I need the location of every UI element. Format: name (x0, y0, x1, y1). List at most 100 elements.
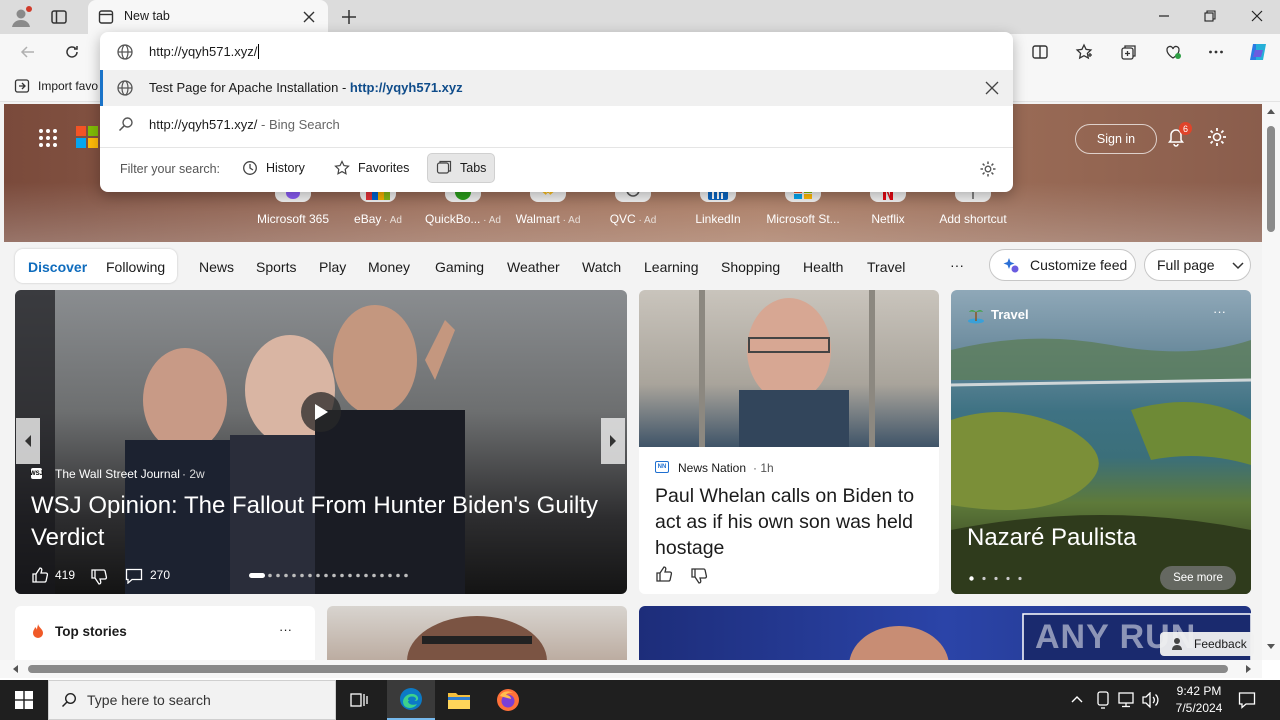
filter-history-label: History (266, 161, 305, 175)
story-age: · 2w (182, 467, 205, 481)
back-button[interactable] (12, 36, 44, 68)
title-bar: New tab (0, 0, 1280, 34)
suggestion-apache-test-page[interactable]: Test Page for Apache Installation - http… (100, 70, 1013, 106)
notification-center-icon[interactable] (1238, 691, 1256, 709)
carousel-next-button[interactable] (601, 418, 625, 464)
dislike-icon[interactable] (90, 568, 108, 586)
filter-tabs-button[interactable]: Tabs (427, 153, 496, 183)
minimize-button[interactable] (1141, 0, 1187, 32)
tab-following[interactable]: Following (106, 259, 165, 275)
suggestion-text: Test Page for Apache Installation - http… (149, 80, 463, 95)
new-tab-button[interactable] (340, 8, 358, 26)
like-icon[interactable] (31, 566, 49, 584)
see-more-button[interactable]: See more (1160, 566, 1236, 590)
star-icon (334, 160, 350, 176)
dislike-icon[interactable] (690, 567, 708, 585)
firefox-icon[interactable] (484, 680, 532, 720)
horizontal-scroll-thumb[interactable] (28, 665, 1228, 673)
suggestion-title: Test Page for Apache Installation (149, 80, 339, 95)
restore-button[interactable] (1187, 0, 1233, 32)
split-screen-icon[interactable] (1024, 36, 1056, 68)
taskbar-search-placeholder: Type here to search (87, 692, 211, 708)
clock-date[interactable]: 7/5/2024 (1168, 701, 1230, 715)
story-thumbnail[interactable] (327, 606, 627, 662)
carousel-prev-button[interactable] (16, 418, 40, 464)
page-settings-gear-icon[interactable] (1206, 126, 1228, 148)
network-icon[interactable] (1118, 692, 1136, 708)
close-tab-icon[interactable] (302, 10, 316, 24)
customize-feed-button[interactable]: Customize feed (989, 249, 1136, 281)
notification-count-badge: 6 (1179, 122, 1192, 135)
vertical-scroll-thumb[interactable] (1267, 126, 1275, 232)
customize-sparkle-icon (1002, 256, 1020, 274)
clock-time[interactable]: 9:42 PM (1172, 684, 1226, 698)
travel-title[interactable]: Nazaré Paulista (967, 524, 1136, 552)
scroll-up-arrow-icon[interactable] (1267, 108, 1275, 114)
nav-sports[interactable]: Sports (256, 259, 296, 275)
vertical-scrollbar[interactable] (1262, 102, 1280, 660)
search-settings-gear-icon[interactable] (979, 160, 997, 178)
story-headline[interactable]: Paul Whelan calls on Biden to act as if … (655, 483, 925, 561)
volume-icon[interactable] (1142, 692, 1160, 708)
nav-watch[interactable]: Watch (582, 259, 621, 275)
sign-in-button[interactable]: Sign in (1075, 124, 1157, 154)
file-explorer-icon[interactable] (435, 680, 483, 720)
nav-travel[interactable]: Travel (867, 259, 905, 275)
edge-taskbar-icon[interactable] (387, 680, 435, 720)
main-story-card[interactable]: WSJ The Wall Street Journal · 2w WSJ Opi… (15, 290, 627, 594)
top-stories-more-button[interactable]: ··· (279, 622, 292, 637)
play-video-button[interactable] (301, 392, 341, 432)
nav-gaming[interactable]: Gaming (435, 259, 484, 275)
apps-launcher-icon[interactable] (38, 128, 58, 148)
comment-icon[interactable] (125, 568, 143, 584)
filter-history-button[interactable]: History (234, 153, 313, 183)
import-favorites-link[interactable]: Import favo (38, 79, 98, 93)
tab-actions-icon[interactable] (50, 8, 68, 26)
nav-weather[interactable]: Weather (507, 259, 560, 275)
travel-card[interactable]: Travel ··· Nazaré Paulista See more (951, 290, 1251, 594)
start-button[interactable] (0, 680, 48, 720)
tab-discover[interactable]: Discover (28, 259, 87, 275)
suggestion-bing-search[interactable]: http://yqyh571.xyz/ - Bing Search (100, 106, 1013, 142)
scroll-down-arrow-icon[interactable] (1267, 644, 1275, 650)
horizontal-scrollbar[interactable] (0, 660, 1262, 678)
address-input[interactable]: http://yqyh571.xyz/ (149, 44, 260, 59)
like-icon[interactable] (655, 565, 673, 583)
task-view-icon[interactable] (336, 680, 384, 720)
feedback-button[interactable]: Feedback (1160, 632, 1254, 656)
travel-island-icon (967, 306, 985, 324)
whelan-story-image[interactable] (639, 290, 939, 447)
tray-overflow-chevron-icon[interactable] (1070, 693, 1084, 705)
comment-count: 270 (150, 568, 171, 582)
nav-shopping[interactable]: Shopping (721, 259, 780, 275)
profile-icon[interactable] (10, 6, 32, 28)
refresh-button[interactable] (56, 36, 88, 68)
tray-device-icon[interactable] (1095, 691, 1111, 709)
taskbar-search-box[interactable]: Type here to search (48, 680, 336, 720)
nav-play[interactable]: Play (319, 259, 346, 275)
filter-favorites-button[interactable]: Favorites (326, 153, 417, 183)
text-cursor (258, 44, 260, 59)
remove-suggestion-icon[interactable] (985, 81, 999, 95)
nav-learning[interactable]: Learning (644, 259, 699, 275)
travel-more-button[interactable]: ··· (1213, 304, 1226, 319)
story-headline[interactable]: WSJ Opinion: The Fallout From Hunter Bid… (31, 490, 621, 554)
nav-money[interactable]: Money (368, 259, 410, 275)
nav-news[interactable]: News (199, 259, 234, 275)
whelan-story-body[interactable]: NN News Nation · 1h Paul Whelan calls on… (639, 447, 939, 594)
nav-more-button[interactable]: ··· (950, 257, 964, 273)
browser-essentials-icon[interactable] (1157, 36, 1189, 68)
close-window-button[interactable] (1234, 0, 1280, 32)
scroll-left-arrow-icon[interactable] (12, 665, 18, 673)
travel-carousel-dots[interactable] (969, 576, 1025, 581)
full-page-dropdown[interactable]: Full page (1144, 249, 1251, 281)
copilot-icon[interactable] (1242, 36, 1274, 68)
scroll-right-arrow-icon[interactable] (1246, 665, 1252, 673)
favorites-star-icon[interactable] (1068, 36, 1100, 68)
tab-new-tab[interactable]: New tab (88, 0, 328, 34)
collections-icon[interactable] (1113, 36, 1145, 68)
shortcut-label: Add shortcut (939, 212, 1007, 226)
settings-more-icon[interactable] (1200, 36, 1232, 68)
nav-health[interactable]: Health (803, 259, 843, 275)
carousel-dots[interactable] (249, 573, 409, 579)
